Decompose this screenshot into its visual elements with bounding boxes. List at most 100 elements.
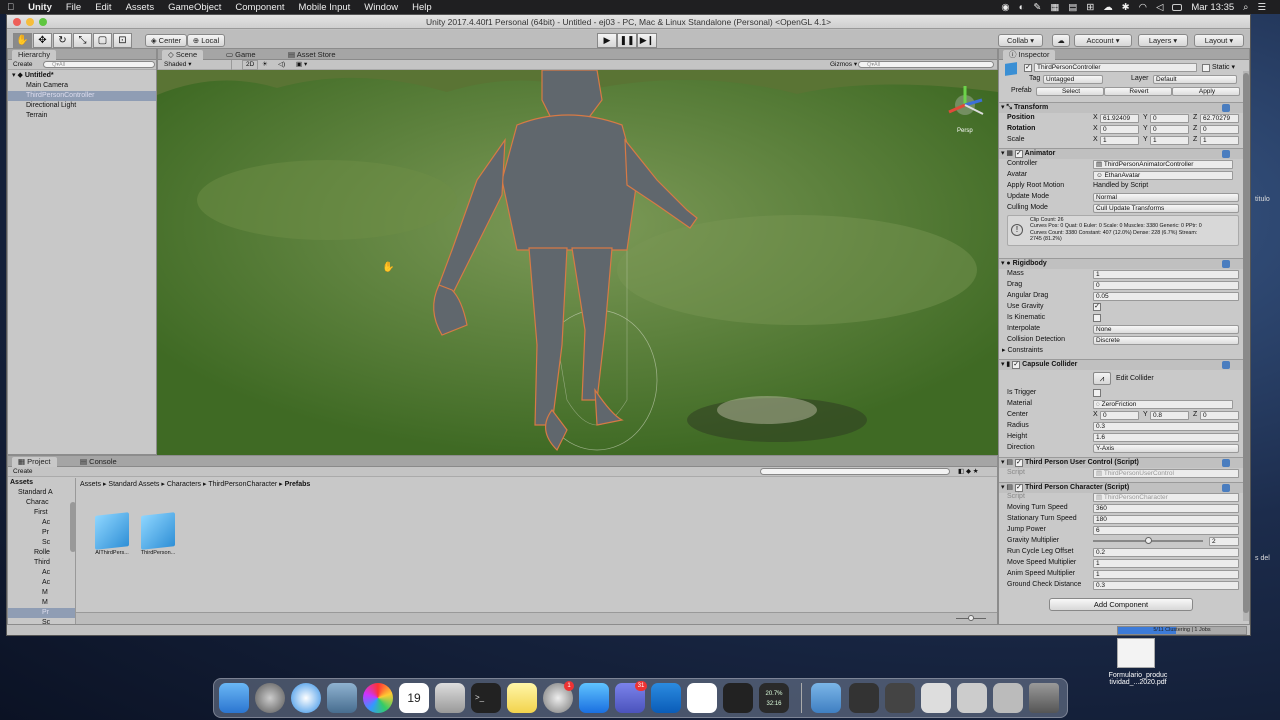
prefab-apply-button[interactable]: Apply [1172,87,1240,96]
scene-viewport[interactable]: Persp ✋ [157,70,998,455]
rotation-x-input[interactable]: 0 [1100,125,1139,134]
tree-item[interactable]: Pr [8,528,75,538]
static-checkbox[interactable] [1202,64,1210,72]
tree-item[interactable]: Third [8,558,75,568]
menu-component[interactable]: Component [228,2,291,13]
component-header-transform[interactable]: ▾ ⤡ Transform [999,102,1249,113]
hierarchy-item[interactable]: Terrain [8,111,156,121]
rotate-tool-icon[interactable]: ↻ [53,33,72,48]
list-icon[interactable]: ☰ [1257,2,1266,13]
scene-search-input[interactable]: Q▾All [858,61,994,68]
menu-help[interactable]: Help [405,2,439,13]
direction-dropdown[interactable]: Y-Axis [1093,444,1239,453]
collision-detection-dropdown[interactable]: Discrete [1093,336,1239,345]
account-button[interactable]: Account ▾ [1074,34,1132,47]
tree-item[interactable]: Ac [8,568,75,578]
center-y-input[interactable]: 0.8 [1150,411,1189,420]
image-capture-icon[interactable] [435,683,465,713]
angular-drag-input[interactable]: 0.05 [1093,292,1239,301]
terminal-icon[interactable]: >_ [471,683,501,713]
edit-collider-button[interactable]: ⩘ [1093,372,1111,385]
hierarchy-scene-row[interactable]: ▾ ◆ Untitled* [8,71,156,81]
culling-mode-dropdown[interactable]: Cull Update Transforms [1093,204,1239,213]
menu-mobile-input[interactable]: Mobile Input [292,2,358,13]
tab-hierarchy[interactable]: Hierarchy [12,50,57,60]
scale-y-input[interactable]: 1 [1150,136,1189,145]
is-trigger-checkbox[interactable] [1093,389,1101,397]
shading-mode-dropdown[interactable]: Shaded ▾ [164,60,232,70]
tree-item[interactable]: Ac [8,518,75,528]
avatar-field[interactable]: ☺ EthanAvatar [1093,171,1233,180]
activity-monitor-icon[interactable]: 20.7% 32:16 [759,683,789,713]
app-store-icon[interactable] [579,683,609,713]
active-checkbox[interactable]: ✓ [1024,64,1032,72]
zoom-button[interactable] [39,18,47,26]
animator-enabled-checkbox[interactable]: ✓ [1014,150,1023,158]
pivot-local-button[interactable]: ⊕ Local [187,34,225,47]
help-icon[interactable] [1222,260,1230,268]
desktop-file-label[interactable]: Formulario_produc tividad_...2020.pdf [1093,672,1183,686]
menu-app-unity[interactable]: Unity [21,2,59,13]
notes-icon[interactable] [507,683,537,713]
menubar-clock[interactable]: Mar 13:35 [1191,2,1234,13]
help-icon[interactable] [1222,104,1230,112]
prefab-revert-button[interactable]: Revert [1104,87,1172,96]
tab-inspector[interactable]: ⓘ Inspector [1003,50,1056,60]
radius-input[interactable]: 0.3 [1093,422,1239,431]
outlook-icon[interactable] [651,683,681,713]
asset-item[interactable]: AIThirdPers... [90,512,134,556]
controller-field[interactable]: ▤ ThirdPersonAnimatorController [1093,160,1233,169]
component-header-user-control[interactable]: ▾ ▤ ✓ Third Person User Control (Script) [999,457,1249,468]
position-x-input[interactable]: 61.92409 [1100,114,1139,123]
play-button[interactable]: ▶ [597,33,617,48]
status-icon[interactable]: ▤ [1068,2,1077,13]
breadcrumb-item[interactable]: Prefabs [285,481,311,488]
move-tool-icon[interactable]: ✥ [33,33,52,48]
transform-tool-icon[interactable]: ⊡ [113,33,132,48]
safari-icon[interactable] [291,683,321,713]
lighting-icon[interactable]: ☀ [262,60,268,70]
center-x-input[interactable]: 0 [1100,411,1139,420]
moving-turn-speed-input[interactable]: 360 [1093,504,1239,513]
pivot-center-button[interactable]: ◈ Center [145,34,187,47]
menu-window[interactable]: Window [357,2,405,13]
add-component-button[interactable]: Add Component [1049,598,1193,611]
pdf-file-icon[interactable] [1117,638,1155,668]
mass-input[interactable]: 1 [1093,270,1239,279]
component-header-character[interactable]: ▾ ▤ ✓ Third Person Character (Script) [999,482,1249,493]
tab-project[interactable]: ▦ Project [12,457,57,467]
jump-power-input[interactable]: 6 [1093,526,1239,535]
gravity-multiplier-slider[interactable] [1093,537,1203,544]
project-search-input[interactable] [760,468,950,475]
trash-icon[interactable] [1029,683,1059,713]
status-icon[interactable]: ✱ [1122,2,1130,13]
update-mode-dropdown[interactable]: Normal [1093,193,1239,202]
inspector-scroll-thumb[interactable] [1243,73,1249,613]
layers-button[interactable]: Layers ▾ [1138,34,1188,47]
gizmos-dropdown[interactable]: Gizmos ▾ [830,60,857,70]
window-thumbnail[interactable] [885,683,915,713]
tree-item[interactable]: Rolle [8,548,75,558]
breadcrumb-item[interactable]: Characters [167,481,201,488]
hierarchy-item[interactable]: Directional Light [8,101,156,111]
status-icon[interactable]: ⊞ [1086,2,1094,13]
scale-z-input[interactable]: 1 [1200,136,1239,145]
user-control-enabled-checkbox[interactable]: ✓ [1014,459,1023,467]
anim-speed-multiplier-input[interactable]: 1 [1093,570,1239,579]
menu-gameobject[interactable]: GameObject [161,2,228,13]
cloud-icon[interactable]: ☁ [1052,34,1070,47]
run-cycle-leg-offset-input[interactable]: 0.2 [1093,548,1239,557]
character-enabled-checkbox[interactable]: ✓ [1014,484,1023,492]
status-icon[interactable]: ☁ [1103,2,1113,13]
move-speed-multiplier-input[interactable]: 1 [1093,559,1239,568]
help-icon[interactable] [1222,150,1230,158]
project-create-button[interactable]: Create [13,467,33,477]
hierarchy-item-selected[interactable]: ThirdPersonController [8,91,156,101]
position-y-input[interactable]: 0 [1150,114,1189,123]
launchpad-icon[interactable] [255,683,285,713]
help-icon[interactable] [1222,459,1230,467]
close-button[interactable] [13,18,21,26]
center-z-input[interactable]: 0 [1200,411,1239,420]
tab-scene[interactable]: ◇ Scene [162,50,204,60]
rotation-z-input[interactable]: 0 [1200,125,1239,134]
